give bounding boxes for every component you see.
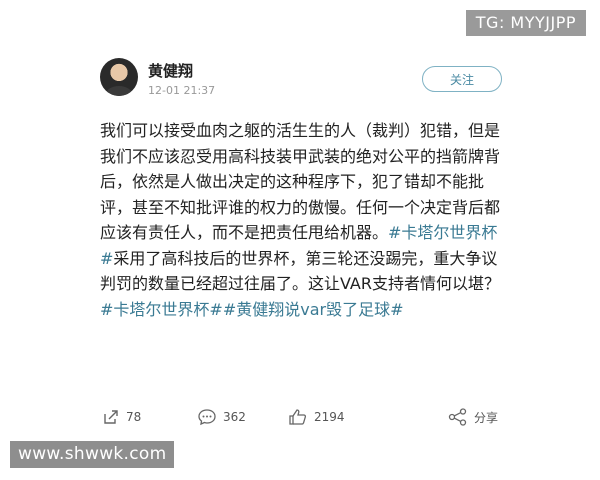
comment-count: 362 xyxy=(223,410,246,424)
repost-count: 78 xyxy=(126,410,142,424)
comment-icon xyxy=(198,409,216,426)
post-timestamp: 12-01 21:37 xyxy=(148,84,216,97)
top-watermark: TG: MYYJJPP xyxy=(465,10,586,36)
bottom-watermark: www.shwwk.com xyxy=(10,441,175,468)
post-header: 黄健翔 12-01 21:37 关注 xyxy=(100,58,510,108)
follow-button[interactable]: 关注 xyxy=(422,66,502,92)
repost-button[interactable]: 78 xyxy=(102,408,141,426)
hashtag-link[interactable]: #黄健翔说var毁了足球# xyxy=(223,300,404,319)
thumbs-up-icon xyxy=(289,409,307,425)
repost-icon xyxy=(104,410,118,424)
hashtag-link[interactable]: #卡塔尔世界杯# xyxy=(100,300,223,319)
like-button[interactable]: 2194 xyxy=(288,408,345,426)
post-action-bar: 78 362 2194 分享 xyxy=(100,404,510,432)
post-text: 采用了高科技后的世界杯，第三轮还没踢完，重大争议判罚的数量已经超过往届了。这让V… xyxy=(100,248,500,294)
share-label: 分享 xyxy=(474,410,499,425)
share-icon xyxy=(448,408,467,426)
comment-button[interactable]: 362 xyxy=(197,408,246,426)
like-count: 2194 xyxy=(314,410,345,424)
weibo-post-screenshot: TG: MYYJJPP 黄健翔 12-01 21:37 关注 我们可以接受血肉之… xyxy=(0,0,600,480)
author-name[interactable]: 黄健翔 xyxy=(148,60,193,81)
share-button[interactable]: 分享 xyxy=(448,408,498,426)
post-body: 我们可以接受血肉之躯的活生生的人（裁判）犯错，但是我们不应该忍受用高科技装甲武装… xyxy=(100,118,500,322)
avatar[interactable] xyxy=(100,58,138,96)
